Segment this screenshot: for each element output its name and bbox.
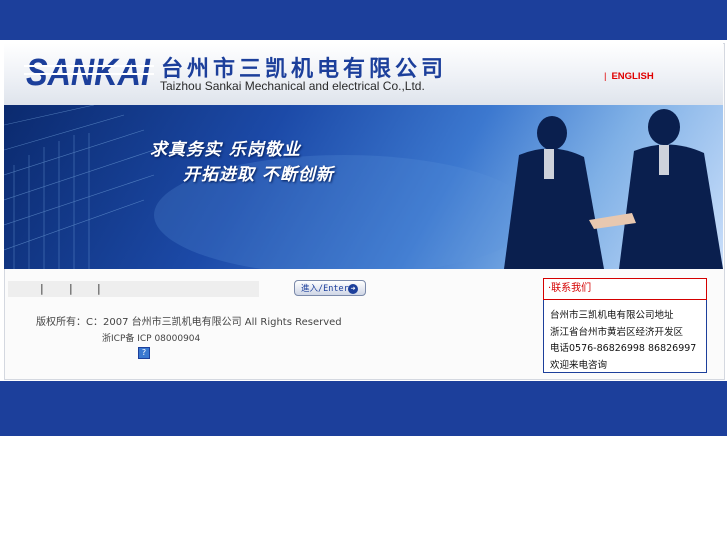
contact-line: 欢迎来电咨询: [550, 360, 608, 371]
banner-slogan-1: 求真务实 乐岗敬业: [150, 140, 301, 160]
contact-phone: 电话0576-86826998 86826997: [550, 343, 697, 354]
arrow-right-icon: ➜: [348, 284, 358, 294]
nav-bar: | | |: [8, 281, 259, 297]
enter-button[interactable]: 進入/Enter ➜: [294, 280, 366, 296]
banner-graphic: [4, 105, 723, 269]
site-header: SANKAI 台州市三凯机电有限公司 Taizhou Sankai Mechan…: [4, 43, 723, 105]
question-icon[interactable]: ?: [138, 347, 150, 359]
english-link[interactable]: ENGLISH: [611, 71, 653, 82]
copyright-text: 版权所有：C：2007 台州市三凯机电有限公司 All Rights Reser…: [36, 317, 342, 328]
sankai-logo: SANKAI: [24, 52, 154, 93]
nav-separator: |: [40, 282, 44, 295]
nav-separator: |: [97, 282, 101, 295]
bottom-band: [0, 381, 727, 436]
nav-separator: |: [69, 282, 73, 295]
language-switch: | ENGLISH: [604, 71, 654, 82]
icp-number: 浙ICP备 ICP 08000904: [102, 334, 201, 344]
contact-line: 台州市三凯机电有限公司地址: [550, 310, 674, 321]
hero-banner: 求真务实 乐岗敬业 开拓进取 不断创新: [4, 105, 723, 269]
svg-text:SANKAI: SANKAI: [26, 52, 151, 93]
enter-button-label: 進入/Enter: [301, 284, 349, 294]
contact-line: 浙江省台州市黄岩区经济开发区: [550, 327, 684, 338]
contact-title: ·联系我们: [543, 278, 707, 300]
top-band: [0, 0, 727, 40]
contact-box: ·联系我们 台州市三凯机电有限公司地址 浙江省台州市黄岩区经济开发区 电话057…: [543, 278, 707, 373]
banner-slogan-2: 开拓进取 不断创新: [183, 165, 334, 185]
lang-separator: |: [604, 71, 607, 82]
company-name-en: Taizhou Sankai Mechanical and electrical…: [160, 79, 425, 93]
